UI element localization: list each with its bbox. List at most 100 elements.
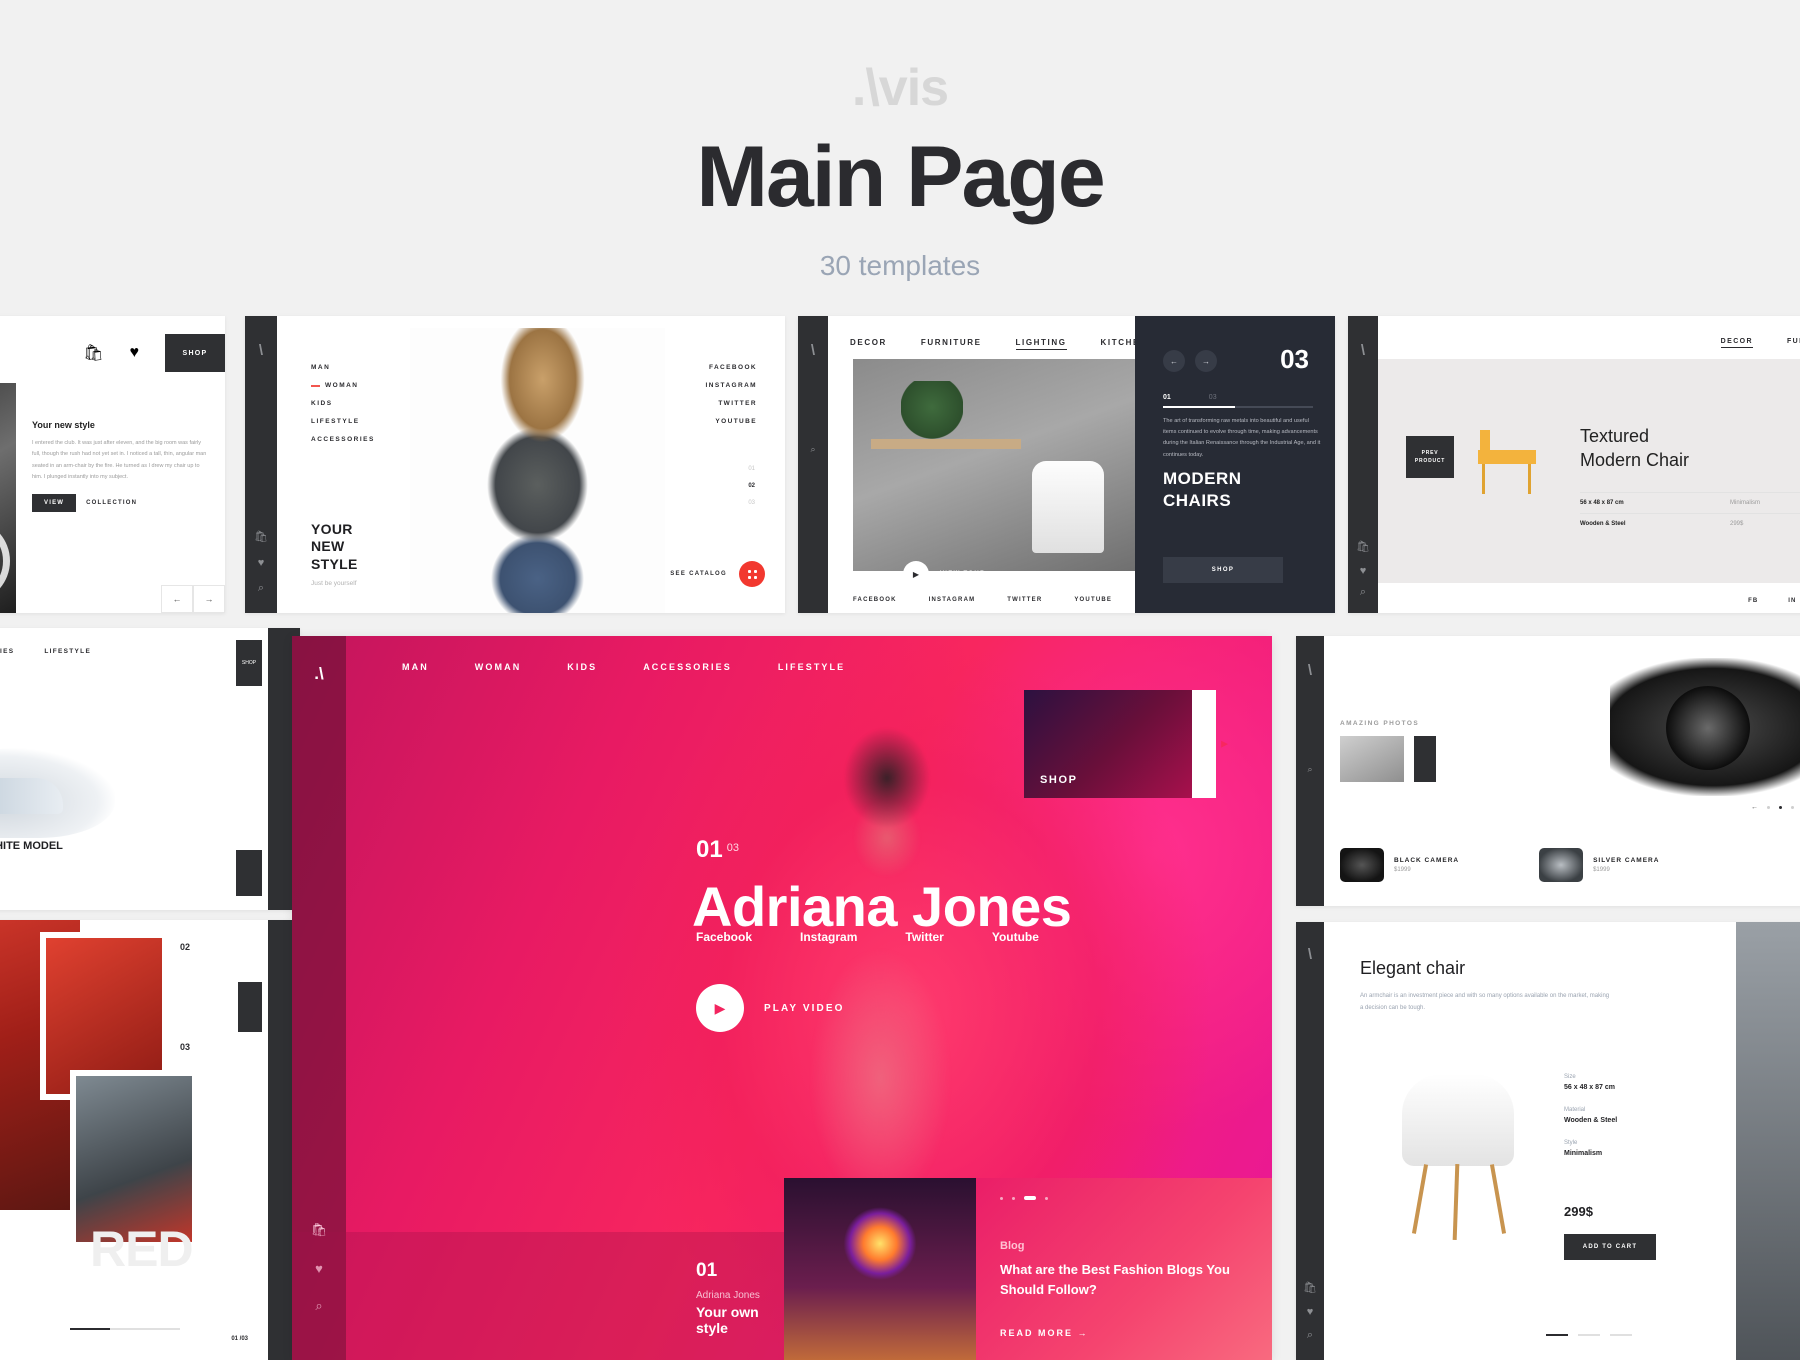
bag-icon[interactable]: 🛍 [245,530,277,543]
blog-pager[interactable] [1000,1196,1048,1200]
nav-item-kids[interactable]: KIDS [311,400,375,407]
pager-dot[interactable] [1791,806,1794,809]
shop-button[interactable]: SHOP [165,334,225,372]
nav-item-man[interactable]: MAN [402,662,429,672]
nav-item-woman[interactable]: WOMAN [311,382,375,389]
social-link-facebook[interactable]: FACEBOOK [706,364,757,371]
bag-icon[interactable]: 🛍 [1296,1281,1324,1294]
social-link-instagram[interactable]: Instagram [800,930,857,944]
social-link-facebook[interactable]: Facebook [696,930,752,944]
template-card-textured-chair[interactable]: \ 🛍 ♥ ⌕ DECOR FURNITURE PREV PRODUCT Tex… [1348,316,1800,613]
nav-item-accessories[interactable]: ACCESSORIES [643,662,732,672]
pager-dot-active[interactable] [1024,1196,1036,1200]
heart-icon[interactable]: ♥ [1348,565,1378,577]
headline-line-2: NEW [311,538,345,554]
arrow-left-icon[interactable]: ← [161,585,193,613]
hero-play-video[interactable]: ▶ PLAY VIDEO [696,984,844,1032]
search-icon[interactable]: ⌕ [1296,764,1324,775]
arrow-left-icon[interactable]: ← [1751,804,1758,811]
social-link-in[interactable]: IN [1788,598,1796,604]
social-link-youtube[interactable]: YOUTUBE [706,418,757,425]
shop-label[interactable]: SHOP [1040,774,1078,786]
template-card-modern-chairs[interactable]: \ ⌕ DECOR FURNITURE LIGHTING KITCHEN 🛍 ♥… [798,316,1335,613]
social-link-youtube[interactable]: Youtube [992,930,1039,944]
nav-item-furniture[interactable]: FURNITURE [921,338,982,350]
card2-catalog-action[interactable]: SEE CATALOG [670,561,765,587]
card3-view-tour[interactable]: ▶ VIEW TOUR [903,561,986,587]
prev-product-button[interactable]: PREV PRODUCT [1406,436,1454,478]
arrow-right-icon[interactable]: → [1195,350,1217,372]
pager-03[interactable]: 03 [748,500,755,506]
nav-item-furniture[interactable]: FURNITURE [1787,338,1800,348]
card6-chip[interactable] [238,982,262,1032]
template-card-cameras[interactable]: \ ⌕ AMAZING PHOTOS ← → BLACK CAMERA $199… [1296,636,1800,906]
heart-icon[interactable]: ♥ [245,557,277,569]
social-link-twitter[interactable]: TWITTER [1007,597,1042,603]
template-card-sneakers[interactable]: KIDS ACCESSORIES LIFESTYLE AKERS MAN'S O… [0,628,300,910]
template-card-street-style[interactable]: 🛍 ♥ SHOP Your new style I entered the cl… [0,316,225,613]
pager-bar[interactable] [1578,1334,1600,1336]
nav-item-lifestyle[interactable]: LIFESTYLE [778,662,845,672]
search-icon[interactable]: ⌕ [1348,586,1378,599]
hero-template-card[interactable]: .\ 🛍 ♥ ⌕ MAN WOMAN KIDS ACCESSORIES LIFE… [292,636,1272,1360]
play-video-label[interactable]: PLAY VIDEO [764,1003,844,1014]
pager-02[interactable]: 02 [748,483,755,489]
play-icon[interactable]: ▶ [903,561,929,587]
social-link-instagram[interactable]: INSTAGRAM [929,597,976,603]
heart-icon[interactable]: ♥ [1296,1306,1324,1318]
template-card-red-smoke[interactable]: RED 02 03 01 /03 [0,920,300,1360]
bag-icon[interactable]: 🛍 [83,343,103,363]
slide-item-01[interactable]: 01 Adriana Jones Your own style [696,1260,790,1336]
social-link-youtube[interactable]: YOUTUBE [1074,597,1112,603]
nav-item-man[interactable]: MAN [311,364,375,371]
arrow-right-icon[interactable]: → [193,585,225,613]
play-icon[interactable]: ▶ [696,984,744,1032]
search-icon[interactable]: ⌕ [798,444,828,455]
view-button[interactable]: VIEW [32,494,77,512]
search-icon[interactable]: ⌕ [1296,1329,1324,1342]
view-tour-label[interactable]: VIEW TOUR [940,571,986,577]
nav-item-accessories[interactable]: ACCESSORIES [0,648,14,655]
social-link-facebook[interactable]: FACEBOOK [853,597,897,603]
bag-icon[interactable]: 🛍 [1348,540,1378,553]
nav-item-lifestyle[interactable]: LIFESTYLE [311,418,375,425]
add-to-cart-button[interactable]: ADD TO CART [1564,1234,1656,1260]
pager-bar[interactable] [1610,1334,1632,1336]
nav-item-decor[interactable]: DECOR [1720,338,1753,348]
nav-item-accessories[interactable]: ACCESSORIES [311,436,375,443]
collection-link[interactable]: COLLECTION [86,500,137,506]
grid-icon[interactable] [739,561,765,587]
pager-dot[interactable] [1000,1196,1003,1200]
product-silver-camera[interactable]: SILVER CAMERA $1999 [1539,848,1659,882]
pager-dot[interactable] [1012,1196,1015,1200]
pager-bar-active[interactable] [1546,1334,1568,1336]
product-black-camera[interactable]: BLACK CAMERA $1999 [1340,848,1459,882]
heart-icon[interactable]: ♥ [130,344,140,362]
template-card-your-new-style[interactable]: \ 🛍 ♥ ⌕ MAN WOMAN KIDS LIFESTYLE ACCESSO… [245,316,785,613]
social-link-twitter[interactable]: TWITTER [706,400,757,407]
nav-item-kids[interactable]: KIDS [567,662,597,672]
social-link-twitter[interactable]: Twitter [905,930,943,944]
template-card-elegant-chair[interactable]: \ 🛍 ♥ ⌕ Elegant chair An armchair is an … [1296,922,1800,1360]
social-link-instagram[interactable]: INSTAGRAM [706,382,757,389]
card5-chip-2[interactable] [236,850,262,896]
arrow-left-icon[interactable]: ← [1163,350,1185,372]
nav-item-lighting[interactable]: LIGHTING [1015,338,1067,350]
nav-item-lifestyle[interactable]: LIFESTYLE [44,648,91,655]
hero-shop-card[interactable]: SHOP [1024,690,1216,798]
shop-chip[interactable]: SHOP [236,640,262,686]
pager-dot[interactable] [1045,1196,1048,1200]
nav-item-decor[interactable]: DECOR [850,338,887,350]
see-catalog-label[interactable]: SEE CATALOG [670,571,727,577]
pager-dot-active[interactable] [1779,806,1782,809]
card8-pager[interactable] [1546,1334,1632,1336]
play-arrow-icon[interactable] [1192,690,1216,798]
hero-blog-card[interactable]: Blog What are the Best Fashion Blogs You… [976,1178,1272,1360]
search-icon[interactable]: ⌕ [245,582,277,595]
read-more-link[interactable]: READ MORE → [1000,1328,1089,1338]
social-link-fb[interactable]: FB [1748,598,1758,604]
shop-button[interactable]: SHOP [1163,557,1283,583]
pager-01[interactable]: 01 [748,466,755,472]
pager-dot[interactable] [1767,806,1770,809]
nav-item-woman[interactable]: WOMAN [475,662,522,672]
